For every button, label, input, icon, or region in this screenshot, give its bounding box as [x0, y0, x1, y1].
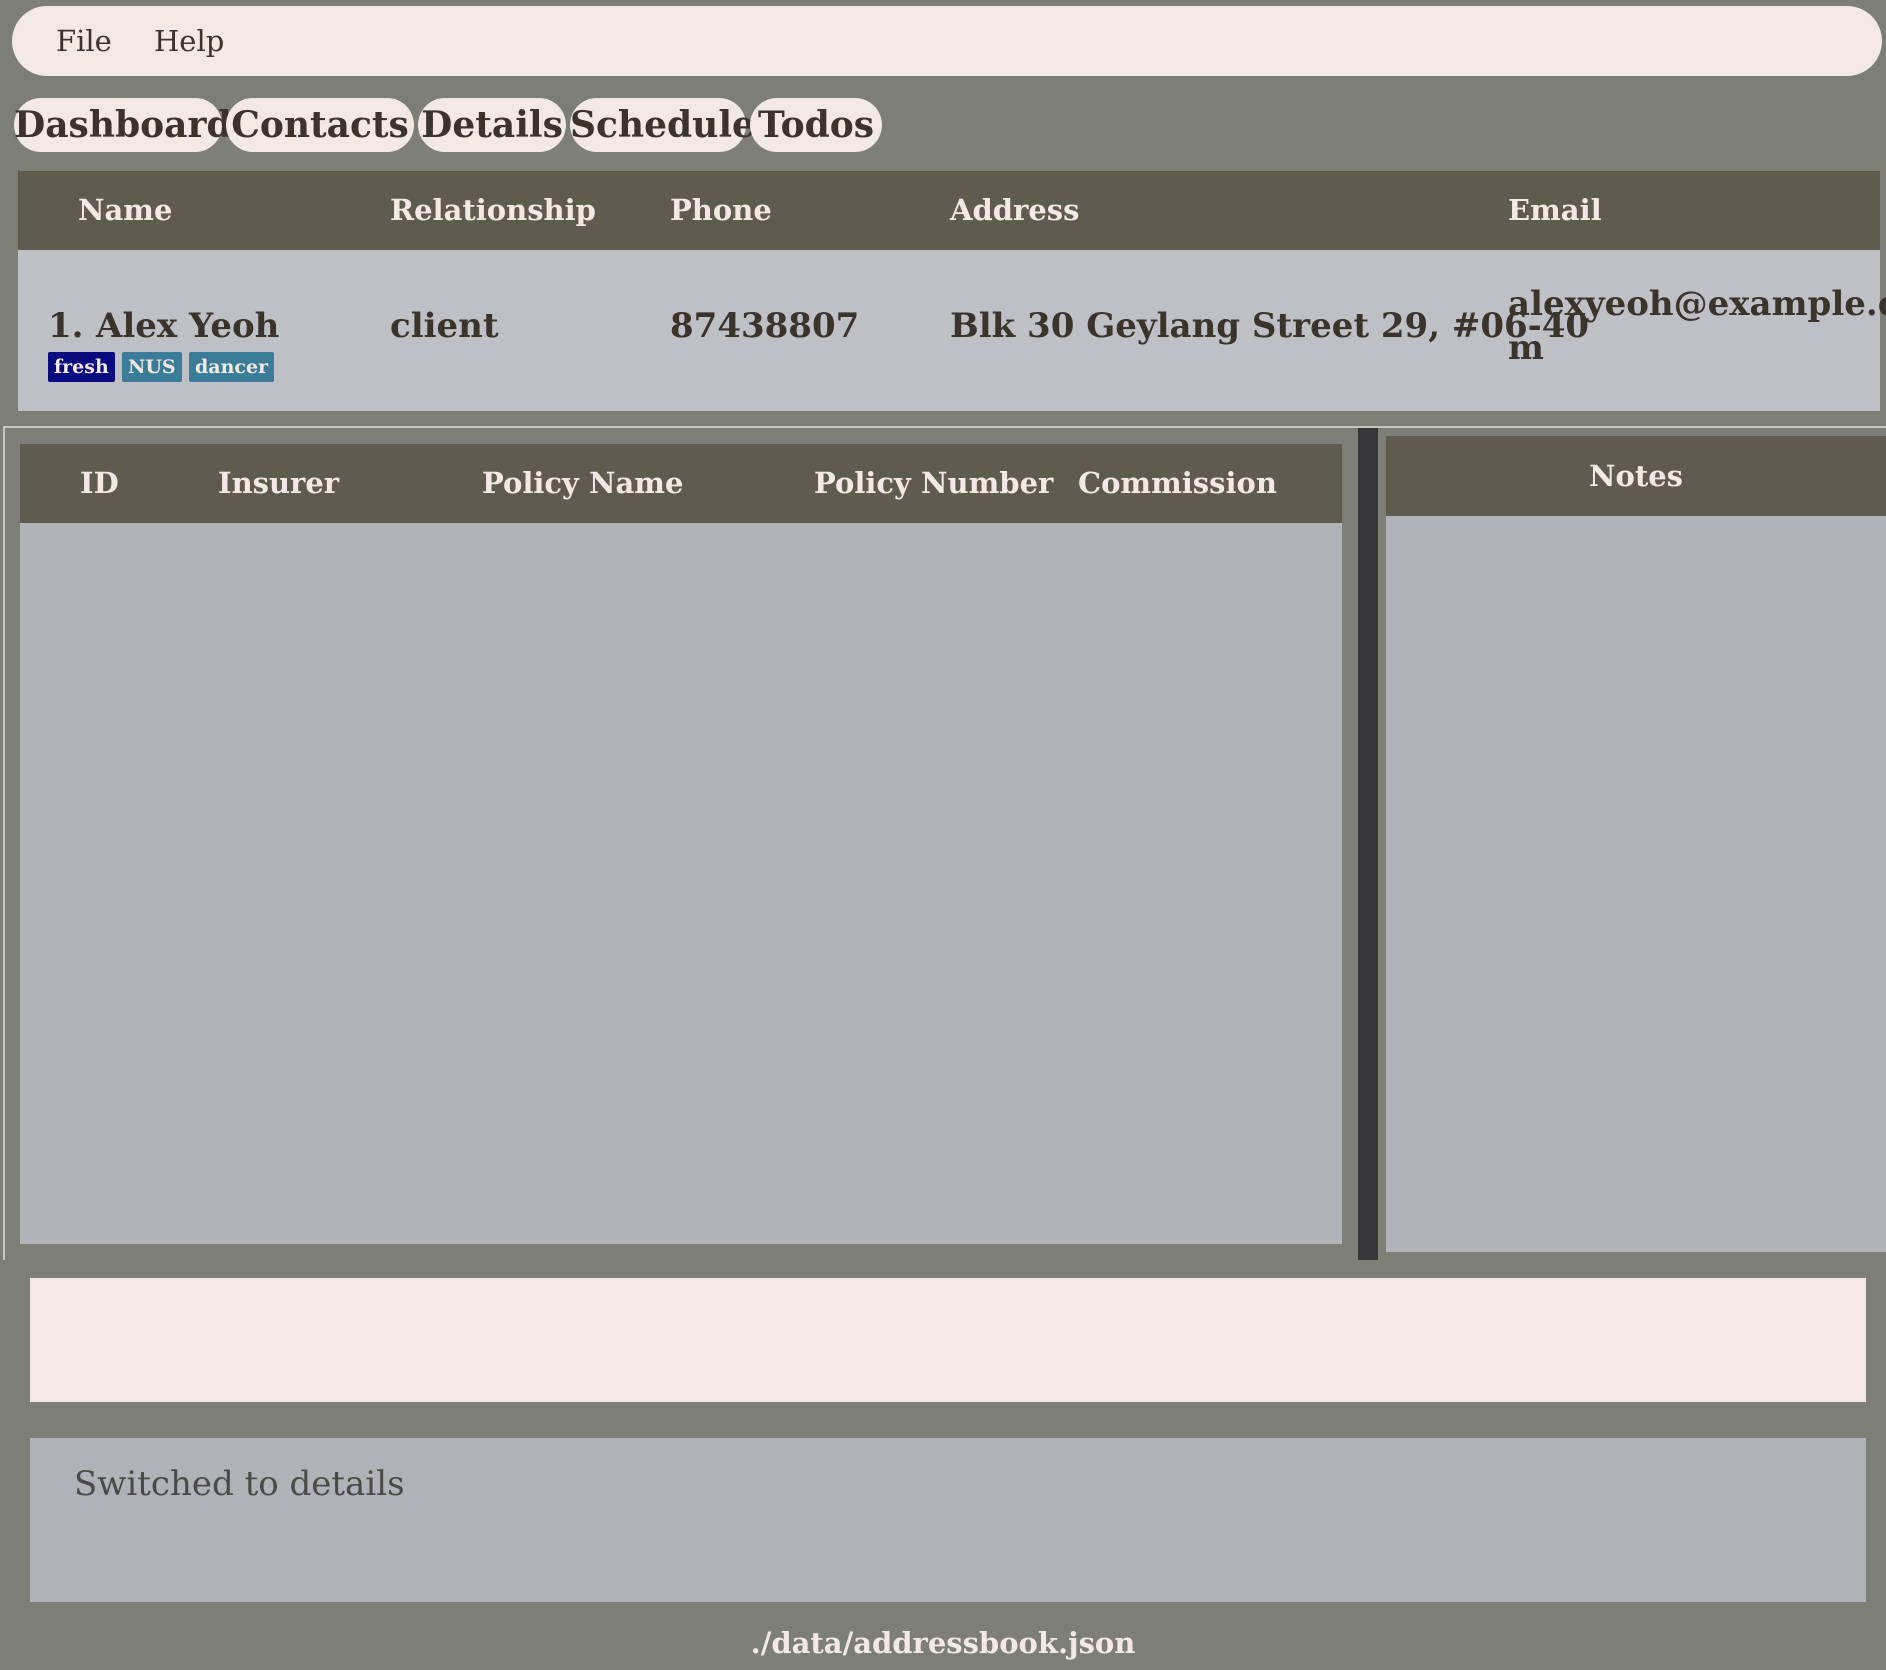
contact-index: 1.: [48, 306, 84, 346]
tag-dancer: dancer: [189, 352, 275, 382]
result-text: Switched to details: [74, 1464, 405, 1504]
header-name: Name: [78, 193, 173, 227]
policy-table: ID Insurer Policy Name Policy Number Com…: [20, 444, 1342, 1244]
tab-details[interactable]: Details: [418, 98, 566, 152]
notes-panel: Notes: [1386, 436, 1886, 1252]
tab-dashboard[interactable]: Dashboard: [14, 98, 232, 152]
contact-email-line2: m: [1508, 328, 1544, 368]
contact-relationship: client: [390, 306, 499, 346]
header-id: ID: [80, 466, 119, 500]
notes-title: Notes: [1386, 436, 1886, 516]
contact-phone: 87438807: [670, 306, 860, 346]
contact-name: Alex Yeoh: [96, 306, 280, 346]
status-bar-path: ./data/addressbook.json: [750, 1626, 1136, 1660]
contact-row[interactable]: 1. Alex Yeoh client 87438807 Blk 30 Geyl…: [18, 250, 1886, 411]
policy-table-header: ID Insurer Policy Name Policy Number Com…: [20, 444, 1342, 523]
header-relationship: Relationship: [390, 193, 596, 227]
header-address: Address: [950, 193, 1080, 227]
contact-address: Blk 30 Geylang Street 29, #06-40: [950, 306, 1590, 346]
split-divider[interactable]: [1358, 428, 1378, 1260]
menu-help[interactable]: Help: [154, 6, 224, 76]
header-insurer: Insurer: [218, 466, 340, 500]
header-email: Email: [1508, 193, 1602, 227]
tab-contacts[interactable]: Contacts: [226, 98, 414, 152]
menu-bar: File Help: [12, 6, 1882, 76]
header-commission: Commission: [1078, 466, 1277, 500]
header-policy-number: Policy Number: [814, 466, 1054, 500]
contact-table: Name Relationship Phone Address Email 1.…: [18, 171, 1886, 411]
contact-email-line1: alexyeoh@example.co: [1508, 284, 1886, 324]
result-display: Switched to details: [30, 1438, 1866, 1602]
tag-fresh: fresh: [48, 352, 115, 382]
tag-nus: NUS: [122, 352, 182, 382]
menu-file[interactable]: File: [56, 6, 112, 76]
header-policy-name: Policy Name: [482, 466, 684, 500]
command-input[interactable]: [30, 1278, 1866, 1402]
header-phone: Phone: [670, 193, 772, 227]
tab-schedule[interactable]: Schedule: [570, 98, 755, 152]
contact-table-header: Name Relationship Phone Address Email: [18, 171, 1880, 250]
tab-todos[interactable]: Todos: [750, 98, 882, 152]
